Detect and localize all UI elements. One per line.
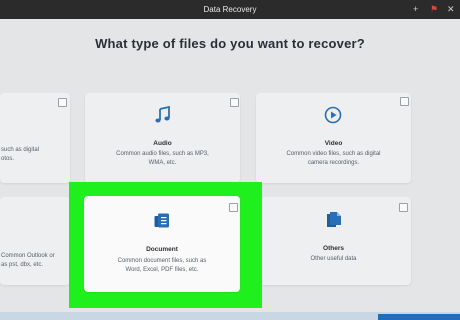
card-desc-line2: WMA, etc.: [148, 160, 177, 166]
add-icon[interactable]: +: [413, 0, 418, 19]
card-desc-line2: Word, Excel, PDF files, etc.: [125, 267, 199, 273]
card-video[interactable]: Video Common video files, such as digita…: [256, 93, 411, 183]
card-title: Document: [146, 246, 178, 253]
document-icon: [154, 213, 169, 228]
card-desc-line1: Common video files, such as digital: [286, 151, 381, 157]
music-note-icon: [155, 106, 170, 123]
files-icon: [327, 212, 341, 227]
checkbox[interactable]: [58, 98, 67, 107]
card-desc-line1: such as digital: [1, 147, 40, 153]
checkbox[interactable]: [230, 98, 239, 107]
checkbox[interactable]: [399, 203, 408, 212]
card-desc-line1: Common document files, such as: [117, 258, 207, 264]
card-title: Video: [324, 140, 343, 147]
checkbox[interactable]: [400, 97, 409, 106]
card-title: Audio: [153, 140, 172, 147]
card-others[interactable]: Others Other useful data: [256, 197, 411, 285]
card-desc-line2: as pst, dbx, etc.: [1, 262, 44, 268]
play-icon: [324, 106, 342, 124]
card-desc-line1: Other useful data: [310, 256, 357, 262]
page-heading: What type of files do you want to recove…: [95, 36, 365, 51]
card-desc-line2: otos.: [1, 156, 15, 162]
card-desc-line1: Common Outlook or: [1, 253, 55, 259]
card-email[interactable]: Common Outlook or as pst, dbx, etc.: [0, 197, 70, 285]
card-title: Others: [323, 245, 344, 252]
card-desc-line2: camera recordings.: [307, 160, 360, 166]
card-desc-line1: Common audio files, such as MP3,: [116, 151, 209, 157]
checkbox[interactable]: [229, 203, 238, 212]
window-title: Data Recovery: [203, 5, 257, 14]
card-document[interactable]: Document Common document files, such as …: [84, 196, 240, 292]
scan-button[interactable]: [378, 314, 460, 320]
close-icon[interactable]: ✕: [447, 0, 455, 19]
card-audio[interactable]: Audio Common audio files, such as MP3, W…: [85, 93, 240, 183]
flag-icon[interactable]: ⚑: [430, 0, 438, 19]
card-photo[interactable]: such as digital otos.: [0, 93, 70, 183]
